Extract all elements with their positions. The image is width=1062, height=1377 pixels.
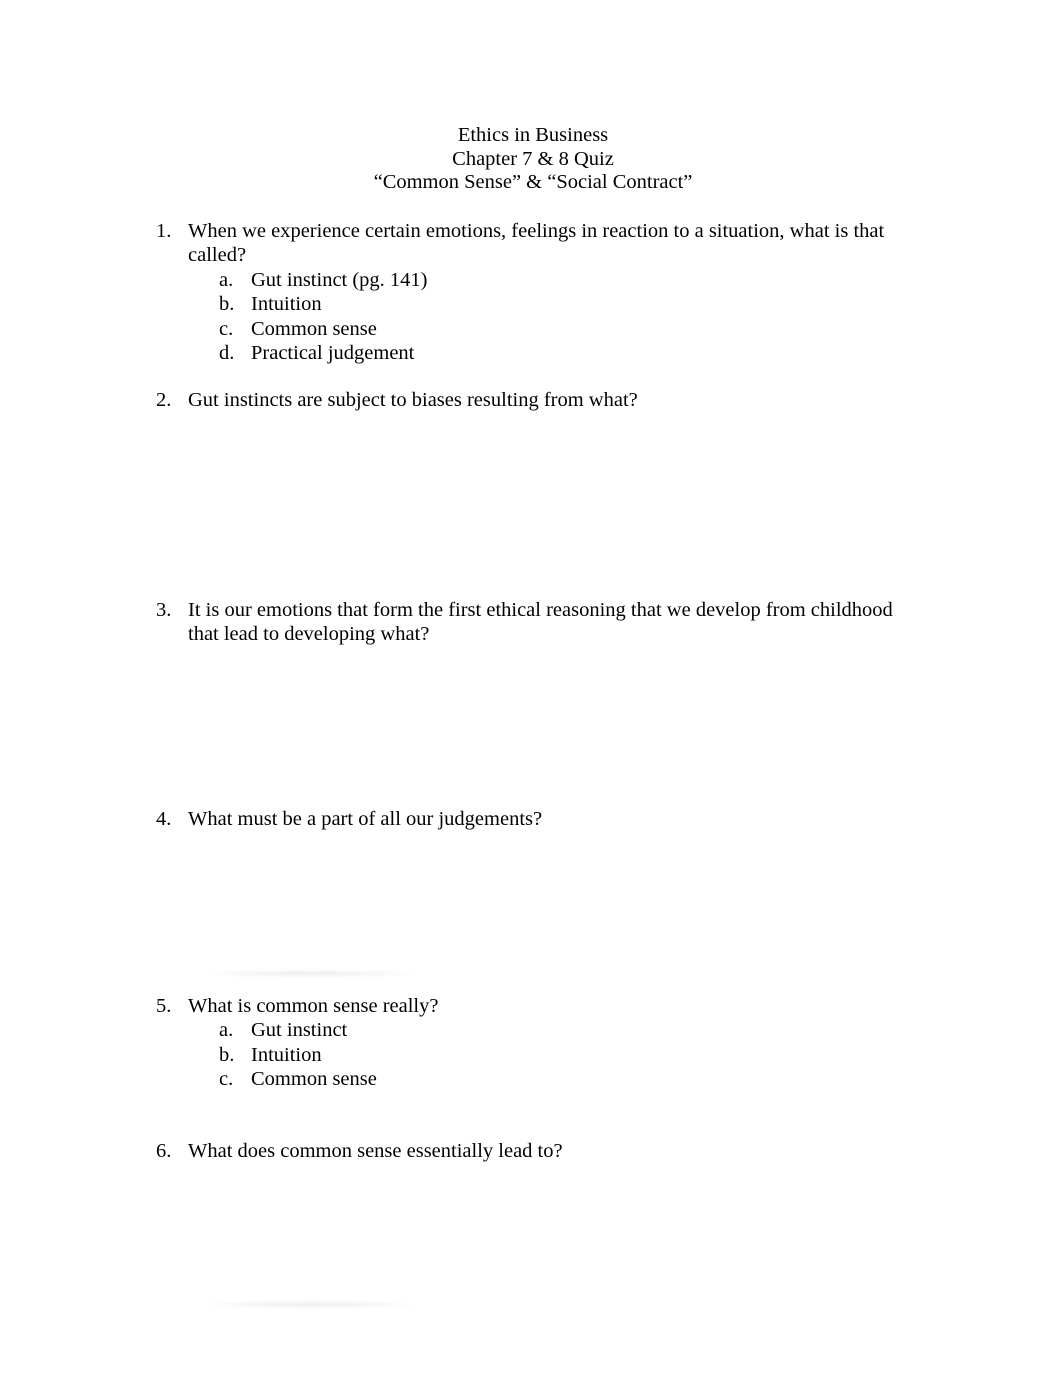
answer-option: c. Common sense — [219, 1067, 916, 1091]
option-letter: d. — [219, 342, 235, 365]
question-text: Gut instincts are subject to biases resu… — [188, 389, 638, 411]
answer-option: b. Intuition — [219, 292, 916, 316]
course-title: Ethics in Business — [457, 124, 609, 146]
option-letter: b. — [219, 1043, 235, 1066]
answer-option: a. Gut instinct (pg. 141) — [219, 268, 916, 292]
question-number: 3. — [156, 599, 172, 621]
question-number: 1. — [156, 220, 172, 242]
question-6: 6. What does common sense essentially le… — [156, 1139, 916, 1163]
answer-option: c. Common sense — [219, 317, 916, 341]
question-number: 6. — [156, 1140, 172, 1162]
answer-option: a. Gut instinct — [219, 1018, 916, 1042]
question-text: What must be a part of all our judgement… — [188, 808, 543, 830]
scan-smudge — [205, 1302, 415, 1307]
quiz-subtitle: “Common Sense” & “Social Contract” — [373, 171, 693, 194]
question-number: 5. — [156, 995, 172, 1017]
scan-smudge — [205, 971, 415, 976]
question-4: 4. What must be a part of all our judgem… — [156, 807, 916, 831]
quiz-title: Chapter 7 & 8 Quiz — [452, 147, 614, 170]
answer-option: b. Intuition — [219, 1043, 916, 1067]
option-letter: a. — [219, 1019, 234, 1042]
question-5: 5. What is common sense really? a. Gut in… — [156, 994, 916, 1092]
answer-options: a. Gut instinct b. Intuition c. Common sens… — [219, 1018, 916, 1091]
question-number: 2. — [156, 389, 172, 411]
question-text: What does common sense essentially lead … — [188, 1140, 563, 1162]
question-text: When we experience certain emotions, fee… — [188, 220, 885, 267]
question-1: 1. When we experience certain emotions, … — [156, 219, 916, 365]
question-number: 4. — [156, 808, 172, 830]
option-text: Intuition — [251, 293, 322, 316]
answer-options: a. Gut instinct (pg. 141) b. Intuition c. C… — [219, 268, 916, 366]
option-text: Practical judgement — [251, 342, 415, 365]
question-text: What is common sense really? — [188, 995, 439, 1017]
document-title: Ethics in Business Chapter 7 & 8 Quiz “C… — [0, 124, 1062, 195]
option-letter: a. — [219, 268, 234, 291]
option-letter: c. — [219, 1068, 234, 1091]
question-3: 3. It is our emotions that form the firs… — [156, 598, 916, 647]
answer-option: d. Practical judgement — [219, 341, 916, 365]
question-text: It is our emotions that form the first e… — [188, 599, 893, 646]
option-letter: c. — [219, 317, 234, 340]
option-letter: b. — [219, 293, 235, 316]
option-text: Gut instinct — [251, 1019, 348, 1042]
option-text: Common sense — [251, 1068, 377, 1091]
option-text: Intuition — [251, 1043, 322, 1066]
option-text: Gut instinct (pg. 141) — [251, 268, 428, 291]
option-text: Common sense — [251, 317, 377, 340]
question-2: 2. Gut instincts are subject to biases r… — [156, 388, 916, 412]
